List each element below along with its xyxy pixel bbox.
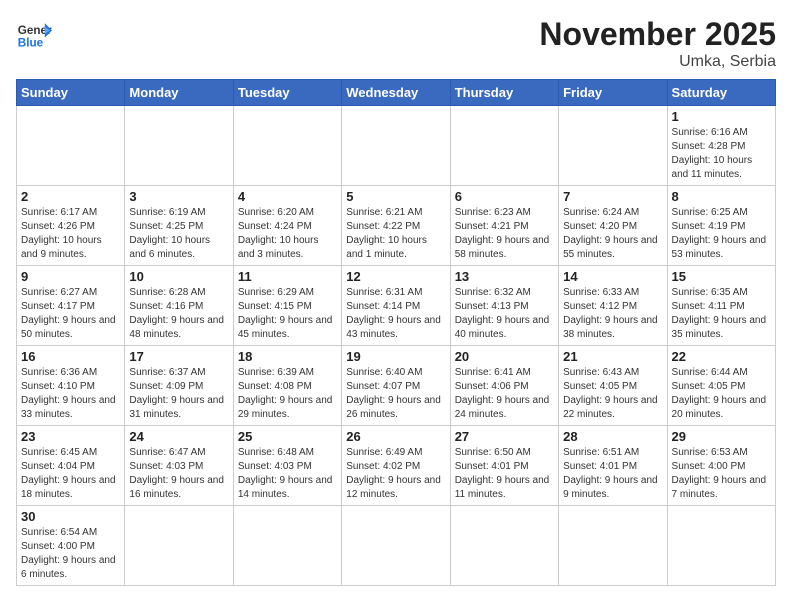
day-1: 1 Sunrise: 6:16 AMSunset: 4:28 PMDayligh…	[667, 106, 775, 186]
day-12: 12 Sunrise: 6:31 AMSunset: 4:14 PMDaylig…	[342, 266, 450, 346]
day-18: 18 Sunrise: 6:39 AMSunset: 4:08 PMDaylig…	[233, 346, 341, 426]
day-6: 6 Sunrise: 6:23 AMSunset: 4:21 PMDayligh…	[450, 186, 558, 266]
location: Umka, Serbia	[539, 53, 776, 71]
month-title: November 2025	[539, 16, 776, 53]
week-row-2: 2 Sunrise: 6:17 AMSunset: 4:26 PMDayligh…	[17, 186, 776, 266]
empty-cell	[559, 106, 667, 186]
day-20: 20 Sunrise: 6:41 AMSunset: 4:06 PMDaylig…	[450, 346, 558, 426]
empty-cell	[559, 506, 667, 586]
header-saturday: Saturday	[667, 80, 775, 106]
header-sunday: Sunday	[17, 80, 125, 106]
day-30: 30 Sunrise: 6:54 AMSunset: 4:00 PMDaylig…	[17, 506, 125, 586]
week-row-6: 30 Sunrise: 6:54 AMSunset: 4:00 PMDaylig…	[17, 506, 776, 586]
day-15: 15 Sunrise: 6:35 AMSunset: 4:11 PMDaylig…	[667, 266, 775, 346]
page-header: General Blue November 2025 Umka, Serbia	[16, 16, 776, 71]
empty-cell	[125, 106, 233, 186]
svg-text:Blue: Blue	[18, 37, 44, 50]
day-5: 5 Sunrise: 6:21 AMSunset: 4:22 PMDayligh…	[342, 186, 450, 266]
day-17: 17 Sunrise: 6:37 AMSunset: 4:09 PMDaylig…	[125, 346, 233, 426]
title-block: November 2025 Umka, Serbia	[539, 16, 776, 71]
day-28: 28 Sunrise: 6:51 AMSunset: 4:01 PMDaylig…	[559, 426, 667, 506]
generalblue-logo-icon: General Blue	[16, 16, 52, 52]
empty-cell	[450, 506, 558, 586]
day-3: 3 Sunrise: 6:19 AMSunset: 4:25 PMDayligh…	[125, 186, 233, 266]
header-monday: Monday	[125, 80, 233, 106]
empty-cell	[125, 506, 233, 586]
header-thursday: Thursday	[450, 80, 558, 106]
day-16: 16 Sunrise: 6:36 AMSunset: 4:10 PMDaylig…	[17, 346, 125, 426]
weekday-header-row: Sunday Monday Tuesday Wednesday Thursday…	[17, 80, 776, 106]
day-13: 13 Sunrise: 6:32 AMSunset: 4:13 PMDaylig…	[450, 266, 558, 346]
empty-cell	[342, 106, 450, 186]
empty-cell	[233, 106, 341, 186]
empty-cell	[17, 106, 125, 186]
logo: General Blue	[16, 16, 52, 52]
empty-cell	[233, 506, 341, 586]
day-14: 14 Sunrise: 6:33 AMSunset: 4:12 PMDaylig…	[559, 266, 667, 346]
week-row-5: 23 Sunrise: 6:45 AMSunset: 4:04 PMDaylig…	[17, 426, 776, 506]
day-27: 27 Sunrise: 6:50 AMSunset: 4:01 PMDaylig…	[450, 426, 558, 506]
day-10: 10 Sunrise: 6:28 AMSunset: 4:16 PMDaylig…	[125, 266, 233, 346]
day-4: 4 Sunrise: 6:20 AMSunset: 4:24 PMDayligh…	[233, 186, 341, 266]
day-26: 26 Sunrise: 6:49 AMSunset: 4:02 PMDaylig…	[342, 426, 450, 506]
empty-cell	[450, 106, 558, 186]
day-29: 29 Sunrise: 6:53 AMSunset: 4:00 PMDaylig…	[667, 426, 775, 506]
week-row-3: 9 Sunrise: 6:27 AMSunset: 4:17 PMDayligh…	[17, 266, 776, 346]
day-21: 21 Sunrise: 6:43 AMSunset: 4:05 PMDaylig…	[559, 346, 667, 426]
header-tuesday: Tuesday	[233, 80, 341, 106]
day-9: 9 Sunrise: 6:27 AMSunset: 4:17 PMDayligh…	[17, 266, 125, 346]
empty-cell	[342, 506, 450, 586]
day-19: 19 Sunrise: 6:40 AMSunset: 4:07 PMDaylig…	[342, 346, 450, 426]
day-25: 25 Sunrise: 6:48 AMSunset: 4:03 PMDaylig…	[233, 426, 341, 506]
day-7: 7 Sunrise: 6:24 AMSunset: 4:20 PMDayligh…	[559, 186, 667, 266]
empty-cell	[667, 506, 775, 586]
day-8: 8 Sunrise: 6:25 AMSunset: 4:19 PMDayligh…	[667, 186, 775, 266]
day-22: 22 Sunrise: 6:44 AMSunset: 4:05 PMDaylig…	[667, 346, 775, 426]
header-wednesday: Wednesday	[342, 80, 450, 106]
week-row-1: 1 Sunrise: 6:16 AMSunset: 4:28 PMDayligh…	[17, 106, 776, 186]
calendar-table: Sunday Monday Tuesday Wednesday Thursday…	[16, 79, 776, 586]
day-23: 23 Sunrise: 6:45 AMSunset: 4:04 PMDaylig…	[17, 426, 125, 506]
day-24: 24 Sunrise: 6:47 AMSunset: 4:03 PMDaylig…	[125, 426, 233, 506]
header-friday: Friday	[559, 80, 667, 106]
week-row-4: 16 Sunrise: 6:36 AMSunset: 4:10 PMDaylig…	[17, 346, 776, 426]
day-11: 11 Sunrise: 6:29 AMSunset: 4:15 PMDaylig…	[233, 266, 341, 346]
day-2: 2 Sunrise: 6:17 AMSunset: 4:26 PMDayligh…	[17, 186, 125, 266]
